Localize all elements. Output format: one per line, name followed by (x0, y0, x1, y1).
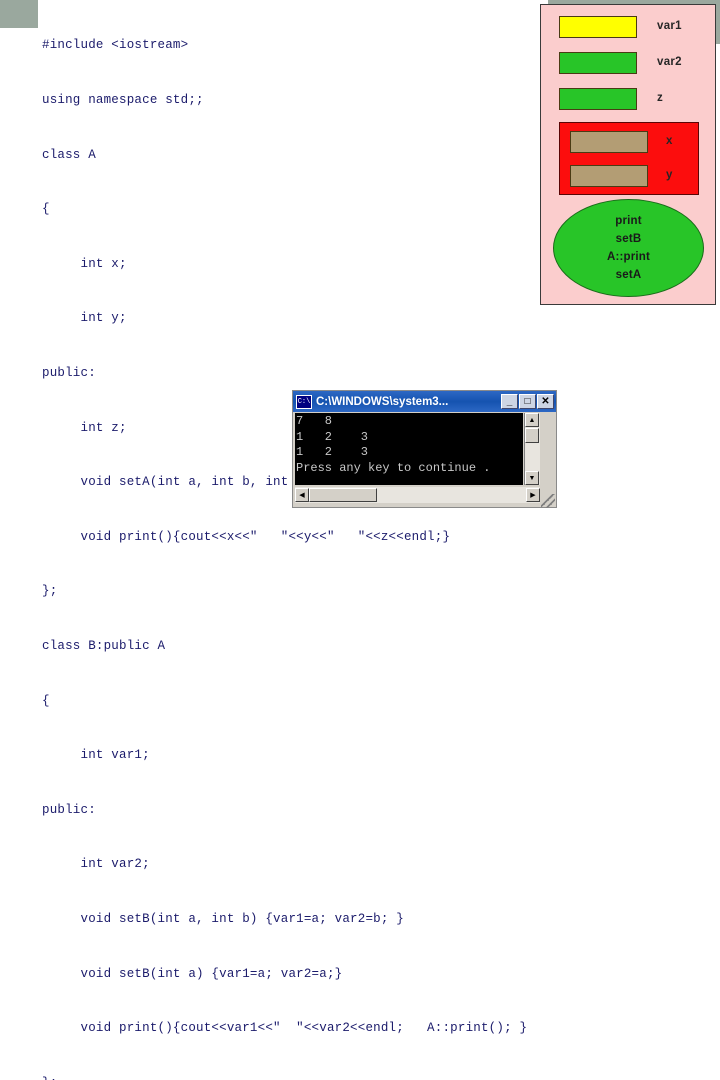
member-label-y: y (666, 169, 673, 181)
console-title: C:\WINDOWS\system3... (316, 395, 449, 408)
code-line: #include <iostream> (42, 38, 189, 53)
close-button[interactable]: ✕ (537, 394, 554, 409)
member-label-z: z (657, 92, 664, 104)
member-label-x: x (666, 135, 673, 147)
member-label-var2: var2 (657, 56, 682, 68)
method-label-seta: setA (615, 269, 642, 281)
code-line: int x; (42, 256, 127, 271)
code-line: int var2; (42, 857, 150, 872)
code-line: void setB(int a, int b) {var1=a; var2=b;… (42, 911, 404, 926)
code-line: void setB(int a) {var1=a; var2=a;} (42, 966, 343, 981)
scroll-down-icon[interactable]: ▼ (525, 471, 539, 485)
console-body: 7 8 1 2 3 1 2 3 Press any key to continu… (293, 412, 556, 509)
source-code-listing: #include <iostream> using namespace std;… (42, 0, 542, 1080)
vertical-scrollbar[interactable]: ▲ ▼ (524, 413, 540, 485)
console-window[interactable]: C:\ C:\WINDOWS\system3... _ □ ✕ 7 8 1 2 … (292, 390, 557, 508)
methods-ellipse: print setB A::print setA (553, 199, 704, 297)
code-line: int var1; (42, 748, 150, 763)
maximize-button[interactable]: □ (519, 394, 536, 409)
member-box-var2 (559, 52, 637, 74)
code-line: class A (42, 147, 96, 162)
method-label-a-print: A::print (606, 251, 651, 263)
code-line: class B:public A (42, 638, 166, 653)
code-line: }; (42, 584, 58, 599)
horizontal-scroll-thumb[interactable] (309, 488, 377, 502)
vertical-scroll-thumb[interactable] (525, 428, 539, 443)
member-box-x (570, 131, 648, 153)
decorative-band-top-left (0, 0, 38, 28)
method-label-setb: setB (615, 233, 642, 245)
horizontal-scrollbar[interactable]: ◀ ▶ (295, 487, 540, 503)
member-label-var1: var1 (657, 20, 682, 32)
console-app-icon: C:\ (296, 394, 312, 409)
code-line: void print(){cout<<var1<<" "<<var2<<endl… (42, 1021, 528, 1036)
scroll-left-icon[interactable]: ◀ (295, 488, 309, 502)
object-memory-diagram: var1 var2 z x y print setB A::print setA (540, 4, 716, 305)
member-box-z (559, 88, 637, 110)
code-line: { (42, 202, 50, 217)
code-line: { (42, 693, 50, 708)
code-line: }; (42, 1074, 542, 1080)
code-line: void print(){cout<<x<<" "<<y<<" "<<z<<en… (42, 529, 451, 544)
code-line: using namespace std;; (42, 93, 204, 107)
console-titlebar[interactable]: C:\ C:\WINDOWS\system3... _ □ ✕ (293, 391, 556, 412)
minimize-button[interactable]: _ (501, 394, 518, 409)
scroll-right-icon[interactable]: ▶ (526, 488, 540, 502)
code-line: public: (42, 802, 96, 817)
console-output-text: 7 8 1 2 3 1 2 3 Press any key to continu… (295, 413, 523, 485)
scroll-up-icon[interactable]: ▲ (525, 413, 539, 427)
member-box-var1 (559, 16, 637, 38)
code-line: public: (42, 365, 96, 380)
code-line: int y; (42, 311, 127, 326)
private-members-group: x y (559, 122, 699, 195)
method-label-print: print (615, 215, 642, 227)
member-box-y (570, 165, 648, 187)
resize-grip-icon[interactable] (541, 494, 555, 508)
